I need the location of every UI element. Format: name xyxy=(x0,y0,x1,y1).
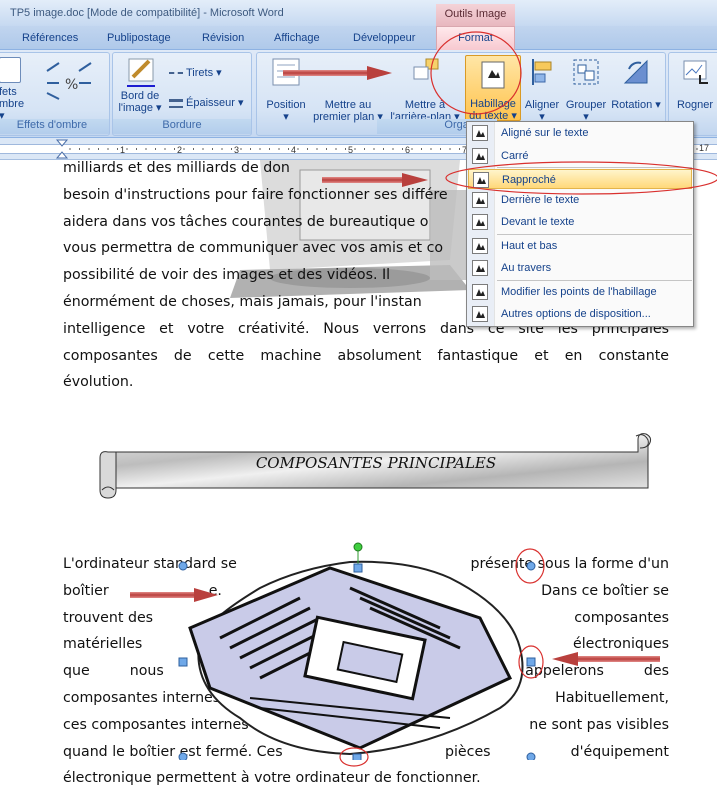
annotation-circle-rapproche xyxy=(445,161,717,195)
annotation-arrow-image-right xyxy=(552,652,660,666)
annotation-arrow-ribbon xyxy=(283,66,392,80)
annotation-circle-handle-top-right xyxy=(515,548,545,584)
annotation-circle-handle-right xyxy=(518,645,544,679)
annotation-circle-handle-bottom xyxy=(339,747,369,767)
annotation-circle-habillage xyxy=(430,31,522,115)
annotation-layer xyxy=(130,31,717,767)
annotation-arrow-image-left xyxy=(130,588,218,602)
annotation-arrow-menu xyxy=(322,173,428,187)
